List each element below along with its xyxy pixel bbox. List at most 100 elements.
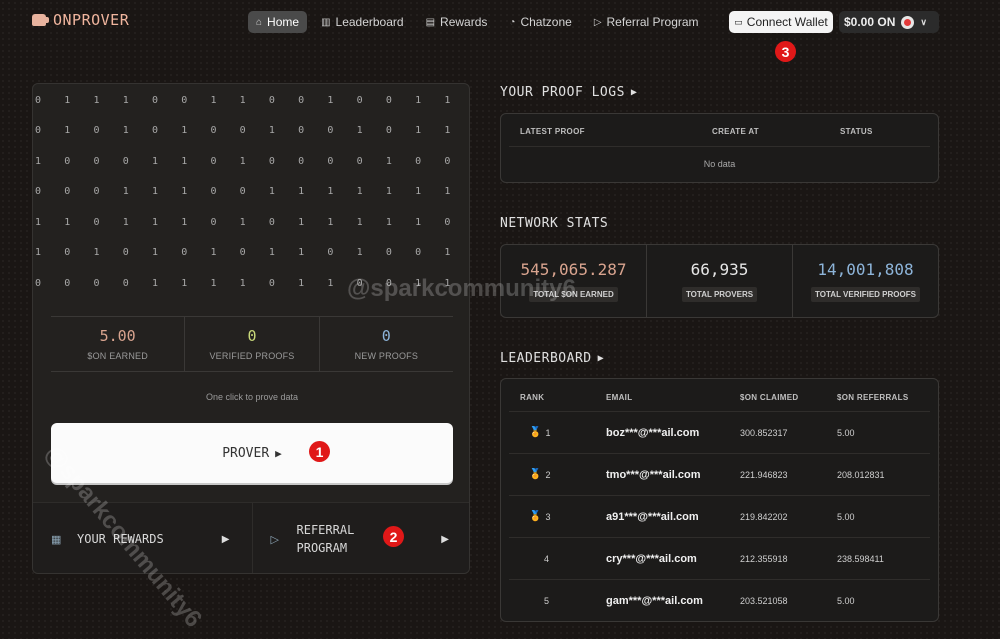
nav-rewards-label: Rewards [440, 15, 488, 29]
nav-home-label: Home [267, 15, 300, 29]
net-stat-total-on-earned: 545,065.287 TOTAL $ON EARNED [501, 245, 647, 317]
net-stat-value: 14,001,808 [817, 260, 914, 279]
balance-selector[interactable]: $0.00 ON ∨ [839, 11, 939, 33]
email-cell: a91***@***ail.com [606, 510, 699, 523]
col-status: STATUS [840, 127, 873, 136]
nav-rewards[interactable]: ▤ Rewards [418, 11, 496, 33]
table-row: 🏅 1 boz***@***ail.com 300.852317 5.00 [509, 411, 930, 453]
table-row: 4 cry***@***ail.com 212.355918 238.59841… [509, 537, 930, 579]
brand[interactable]: ONPROVER [32, 11, 129, 29]
net-stat-label: TOTAL VERIFIED PROOFS [811, 287, 920, 302]
claimed-cell: 219.842202 [740, 511, 788, 522]
net-stat-total-provers: 66,935 TOTAL PROVERS [647, 245, 793, 317]
balance-value: $0.00 ON [844, 15, 896, 29]
email-cell: tmo***@***ail.com [606, 468, 701, 481]
referral-icon: ▷ [270, 533, 279, 546]
proof-logs-title[interactable]: YOUR PROOF LOGS ▶ [500, 85, 637, 100]
empty-state: No data [703, 159, 736, 169]
referrals-cell: 238.598411 [837, 553, 884, 564]
email-cell: boz***@***ail.com [606, 426, 700, 439]
chat-icon: ◔ [509, 16, 516, 28]
stat-label: $ON EARNED [87, 351, 148, 361]
table-row: 5 gam***@***ail.com 203.521058 5.00 [509, 579, 930, 621]
binary-row: 0 1 0 1 0 1 0 0 1 0 0 1 0 1 1 [35, 125, 451, 137]
email-cell: gam***@***ail.com [606, 594, 703, 607]
main-nav: ⌂ Home ▥ Leaderboard ▤ Rewards ◔ Chatzon… [248, 11, 707, 33]
stat-label: VERIFIED PROOFS [209, 351, 295, 361]
stat-value: 0 [247, 327, 257, 345]
your-rewards-label: YOUR REWARDS [77, 532, 164, 546]
user-stats: 5.00 $ON EARNED 0 VERIFIED PROOFS 0 NEW … [51, 316, 453, 372]
annotation-badge-1: 1 [309, 441, 330, 462]
referrals-cell: 5.00 [837, 595, 855, 606]
your-rewards-button[interactable]: ▦ YOUR REWARDS ▶ [33, 503, 253, 573]
proof-logs-table: LATEST PROOF CREATE AT STATUS No data [500, 113, 939, 183]
referral-icon: ▷ [593, 16, 602, 28]
silver-medal-icon: 🏅 [529, 469, 542, 480]
logo-icon [32, 14, 49, 26]
stat-value: 5.00 [99, 327, 136, 345]
divider [509, 146, 930, 147]
claimed-cell: 203.521058 [740, 595, 788, 606]
nav-chatzone[interactable]: ◔ Chatzone [501, 11, 579, 33]
network-stats: 545,065.287 TOTAL $ON EARNED 66,935 TOTA… [500, 244, 939, 318]
proof-logs-title-text: YOUR PROOF LOGS [500, 85, 625, 100]
arrow-right-icon: ▶ [630, 87, 638, 98]
binary-row: 1 0 1 0 1 0 1 0 1 1 0 1 0 0 1 [35, 247, 451, 259]
referrals-cell: 5.00 [837, 427, 855, 438]
arrow-right-icon: ▶ [441, 533, 449, 545]
play-icon: ▶ [275, 446, 282, 460]
referral-label-line2: PROGRAM [296, 541, 348, 555]
home-icon: ⌂ [256, 16, 263, 28]
net-stat-value: 66,935 [690, 260, 749, 279]
rewards-icon: ▤ [425, 16, 436, 28]
rank-cell: 🏅 2 [529, 469, 569, 480]
prover-panel: 0 1 1 1 0 0 1 1 0 0 1 0 0 1 1 0 1 0 1 0 … [32, 83, 470, 574]
nav-leaderboard[interactable]: ▥ Leaderboard [313, 11, 412, 33]
table-row: 🏅 3 a91***@***ail.com 219.842202 5.00 [509, 495, 930, 537]
net-stat-label: TOTAL PROVERS [681, 287, 758, 302]
col-on-claimed: $ON CLAIMED [740, 393, 799, 402]
nav-referral[interactable]: ▷ Referral Program [586, 11, 707, 33]
annotation-badge-2: 2 [383, 526, 404, 547]
network-stats-title: NETWORK STATS [500, 216, 609, 231]
referrals-cell: 5.00 [837, 511, 855, 522]
chevron-down-icon: ∨ [920, 16, 927, 27]
nav-referral-label: Referral Program [606, 15, 699, 29]
connect-wallet-label: Connect Wallet [746, 15, 828, 29]
stat-value: 0 [381, 327, 391, 345]
connect-wallet-button[interactable]: ▭ Connect Wallet [729, 11, 833, 33]
claimed-cell: 300.852317 [740, 427, 788, 438]
rank-cell: 5 [529, 596, 569, 606]
rank-cell: 4 [529, 554, 569, 564]
stat-on-earned: 5.00 $ON EARNED [51, 317, 186, 371]
bronze-medal-icon: 🏅 [529, 511, 542, 522]
nav-home[interactable]: ⌂ Home [248, 11, 308, 33]
rank-value: 4 [544, 553, 550, 564]
prove-hint: One click to prove data [205, 392, 299, 402]
binary-grid: 0 1 1 1 0 0 1 1 0 0 1 0 0 1 1 0 1 0 1 0 … [33, 84, 469, 304]
leaderboard-title[interactable]: LEADERBOARD ▶ [500, 351, 604, 366]
net-stat-label: TOTAL $ON EARNED [529, 287, 618, 302]
flag-icon [901, 15, 915, 29]
stat-new-proofs: 0 NEW PROOFS [320, 317, 453, 371]
prover-button[interactable]: PROVER ▶ [51, 423, 453, 483]
col-email: EMAIL [606, 393, 633, 402]
col-rank: RANK [520, 393, 545, 402]
net-stat-total-verified-proofs: 14,001,808 TOTAL VERIFIED PROOFS [793, 245, 938, 317]
leaderboard-icon: ▥ [321, 16, 331, 28]
rank-value: 3 [545, 511, 551, 522]
net-stat-value: 545,065.287 [520, 260, 627, 279]
stat-label: NEW PROOFS [354, 351, 419, 361]
nav-leaderboard-label: Leaderboard [335, 15, 404, 29]
claimed-cell: 212.355918 [740, 553, 788, 564]
gold-medal-icon: 🏅 [529, 427, 542, 438]
rank-cell: 🏅 3 [529, 511, 569, 522]
referral-program-label: REFERRAL PROGRAM [297, 521, 355, 557]
gift-icon: ▦ [51, 533, 62, 546]
brand-name: ONPROVER [53, 11, 130, 29]
arrow-right-icon: ▶ [221, 533, 230, 545]
binary-row: 0 0 0 1 1 1 0 0 1 1 1 1 1 1 1 [35, 186, 451, 198]
col-latest-proof: LATEST PROOF [520, 127, 585, 136]
referral-program-button[interactable]: ▷ REFERRAL PROGRAM ▶ [253, 503, 470, 573]
